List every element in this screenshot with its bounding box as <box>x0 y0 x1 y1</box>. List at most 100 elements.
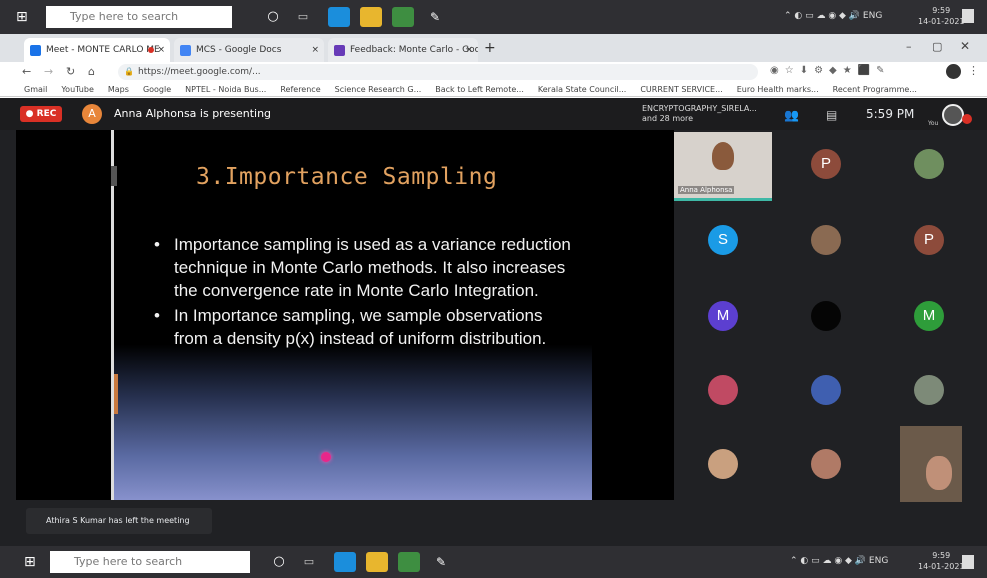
bookmark-item[interactable]: Reference <box>280 85 320 94</box>
bookmark-item[interactable]: Maps <box>108 85 129 94</box>
participant-tile[interactable] <box>777 284 875 350</box>
participant-photo-avatar <box>708 375 738 405</box>
participant-tile[interactable] <box>674 432 772 498</box>
bookmark-item[interactable]: Back to Left Remote... <box>435 85 524 94</box>
back-icon[interactable]: ← <box>22 65 31 78</box>
participant-tile[interactable] <box>777 208 875 274</box>
bookmark-item[interactable]: Gmail <box>24 85 47 94</box>
people-icon[interactable]: 👥 <box>784 108 799 122</box>
participant-name: Anna Alphonsa <box>678 186 735 194</box>
profile-avatar[interactable] <box>946 64 961 79</box>
system-tray-icons[interactable]: ⌃ ◐ ▭ ☁ ◉ ◆ 🔊 ENG <box>790 556 888 566</box>
meeting-time: 5:59 PM <box>866 107 915 121</box>
presentation-slide: 3.Importance Sampling • Importance sampl… <box>114 130 592 500</box>
file-explorer-icon[interactable] <box>360 7 382 27</box>
participant-photo-avatar <box>811 301 841 331</box>
notification-icon[interactable] <box>962 555 974 569</box>
recording-dot-icon <box>148 47 154 53</box>
bookmark-item[interactable]: CURRENT SERVICE... <box>640 85 722 94</box>
participant-initial-avatar: P <box>914 225 944 255</box>
chrome-icon[interactable] <box>392 7 414 27</box>
bookmark-item[interactable]: Euro Health marks... <box>737 85 819 94</box>
bookmark-item[interactable]: NPTEL - Noida Bus... <box>185 85 266 94</box>
bookmark-item[interactable]: Recent Programme... <box>833 85 917 94</box>
mic-off-indicator-icon <box>962 114 972 124</box>
new-tab-button[interactable]: + <box>484 40 496 56</box>
participant-tile[interactable]: M <box>674 284 772 350</box>
bookmark-item[interactable]: Science Research G... <box>335 85 422 94</box>
participant-video <box>926 456 952 490</box>
laser-pointer-dot <box>321 452 331 462</box>
bookmark-item[interactable]: Kerala State Council... <box>538 85 626 94</box>
meeting-name: ENCRYPTOGRAPHY_SIRELA... <box>642 104 757 113</box>
participant-initial-avatar: M <box>914 301 944 331</box>
forms-favicon-icon <box>334 45 345 56</box>
participant-tile[interactable]: S <box>674 208 772 274</box>
shared-screen: 3.Importance Sampling • Importance sampl… <box>16 130 674 500</box>
bookmarks-bar: Gmail YouTube Maps Google NPTEL - Noida Bus.… <box>0 82 987 97</box>
bullet-icon: • <box>154 235 160 254</box>
notification-icon[interactable] <box>962 9 974 23</box>
taskbar-search-input[interactable]: Type here to search <box>50 551 250 573</box>
participant-photo-avatar <box>811 449 841 479</box>
lock-icon: 🔒 <box>124 67 134 76</box>
meeting-participants-summary[interactable]: ENCRYPTOGRAPHY_SIRELA... and 28 more <box>642 104 762 124</box>
participant-tile[interactable] <box>880 358 978 424</box>
reload-icon[interactable]: ↻ <box>66 65 75 78</box>
tab-docs[interactable]: MCS - Google Docs × <box>174 38 324 62</box>
edge-icon[interactable] <box>328 7 350 27</box>
slide-bullet: • In Importance sampling, we sample obse… <box>152 304 572 350</box>
bullet-text: In Importance sampling, we sample observ… <box>174 306 547 348</box>
participant-tile[interactable]: P <box>777 132 875 198</box>
chat-icon[interactable]: ▤ <box>826 108 837 122</box>
participant-tile[interactable]: M <box>880 284 978 350</box>
close-window-icon[interactable]: ✕ <box>960 39 970 53</box>
tab-forms[interactable]: Feedback: Monte Carlo - Google × <box>328 38 478 62</box>
pen-icon[interactable]: ✎ <box>424 7 446 27</box>
system-tray-icons[interactable]: ⌃ ◐ ▭ ☁ ◉ ◆ 🔊 ENG <box>784 11 882 21</box>
bookmark-item[interactable]: YouTube <box>61 85 94 94</box>
browser-toolbar: ← → ↻ ⌂ 🔒 https://meet.google.com/... ◉☆… <box>0 62 987 82</box>
minimize-window-icon[interactable]: – <box>906 40 912 53</box>
participant-tile[interactable]: P <box>880 208 978 274</box>
participant-tile[interactable] <box>900 426 962 502</box>
task-view-icon[interactable]: ▭ <box>298 552 320 572</box>
slide-left-marker <box>111 166 117 186</box>
participant-photo-avatar <box>811 225 841 255</box>
forward-icon[interactable]: → <box>44 65 53 78</box>
windows-start-icon[interactable]: ⊞ <box>24 554 36 570</box>
participant-tile[interactable]: Anna Alphonsa <box>674 132 772 201</box>
maximize-window-icon[interactable]: ▢ <box>932 40 942 53</box>
participant-video <box>712 142 734 170</box>
participant-tile[interactable] <box>777 358 875 424</box>
browser-menu-icon[interactable]: ⋮ <box>968 64 979 77</box>
close-tab-icon[interactable]: × <box>311 38 319 62</box>
tab-label: Feedback: Monte Carlo - Google <box>350 45 478 55</box>
task-view-icon[interactable]: ▭ <box>292 7 314 27</box>
edge-icon[interactable] <box>334 552 356 572</box>
participant-tile[interactable] <box>777 432 875 498</box>
bookmark-item[interactable]: Google <box>143 85 171 94</box>
chrome-icon[interactable] <box>398 552 420 572</box>
home-icon[interactable]: ⌂ <box>88 65 95 78</box>
windows-start-icon[interactable]: ⊞ <box>16 9 32 25</box>
taskbar-search-input[interactable]: Type here to search <box>46 6 232 28</box>
participant-tile[interactable] <box>674 358 772 424</box>
self-avatar[interactable] <box>942 104 964 126</box>
taskbar-clock[interactable]: 9:59 14-01-2021 <box>918 5 965 27</box>
participant-initial-avatar: M <box>708 301 738 331</box>
file-explorer-icon[interactable] <box>366 552 388 572</box>
close-tab-icon[interactable]: × <box>465 38 473 62</box>
self-label: You <box>928 120 939 127</box>
slide-bullet: • Importance sampling is used as a varia… <box>152 233 572 302</box>
tab-meet[interactable]: Meet - MONTE CARLO ME × <box>24 38 170 62</box>
participant-tile[interactable] <box>880 132 978 198</box>
participant-initial-avatar: P <box>811 149 841 179</box>
taskbar-clock[interactable]: 9:59 14-01-2021 <box>918 550 965 572</box>
address-bar-input[interactable]: 🔒 https://meet.google.com/... <box>118 64 758 80</box>
cortana-icon[interactable]: ○ <box>268 552 290 572</box>
pen-icon[interactable]: ✎ <box>430 552 452 572</box>
extensions-icons[interactable]: ◉☆⬇⚙◆★⬛✎ <box>770 65 891 76</box>
cortana-icon[interactable]: ○ <box>262 7 284 27</box>
close-tab-icon[interactable]: × <box>157 38 165 62</box>
